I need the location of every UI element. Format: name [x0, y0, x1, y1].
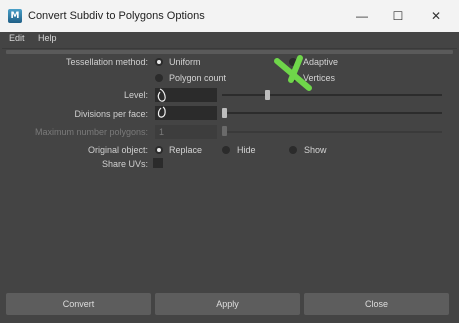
close-button[interactable]: Close — [304, 293, 449, 315]
apply-button[interactable]: Apply — [155, 293, 300, 315]
radio-replace-label: Replace — [169, 145, 203, 155]
level-input[interactable] — [155, 88, 217, 102]
window-title: Convert Subdiv to Polygons Options — [28, 10, 205, 22]
radio-uniform-label: Uniform — [169, 57, 201, 67]
maximize-icon[interactable]: ☐ — [388, 7, 408, 25]
menu-edit[interactable]: Edit — [9, 33, 25, 43]
frame-collapse-bar[interactable] — [6, 50, 453, 54]
minimize-icon[interactable]: — — [352, 7, 372, 25]
max-polygons-slider-handle — [222, 126, 227, 136]
max-polygons-input: 1 — [155, 125, 217, 139]
max-polygons-label: Maximum number polygons: — [34, 127, 148, 137]
radio-hide-label: Hide — [237, 145, 256, 155]
original-object-label: Original object: — [87, 145, 148, 155]
maya-app-icon: M — [8, 9, 22, 23]
level-slider-track[interactable] — [222, 94, 442, 96]
radio-vertices[interactable] — [289, 74, 297, 82]
tessellation-method-label: Tessellation method: — [65, 57, 148, 67]
radio-show-label: Show — [304, 145, 327, 155]
share-uvs-checkbox[interactable] — [153, 158, 163, 168]
radio-polygon-count-label: Polygon count — [169, 73, 227, 83]
radio-show[interactable] — [289, 146, 297, 154]
level-label: Level: — [123, 90, 148, 100]
share-uvs-label: Share UVs: — [101, 159, 148, 169]
level-slider-handle[interactable] — [265, 90, 270, 100]
radio-vertices-label: Vertices — [303, 73, 336, 83]
radio-adaptive-label: Adaptive — [303, 57, 339, 67]
radio-polygon-count[interactable] — [155, 74, 163, 82]
convert-button[interactable]: Convert — [6, 293, 151, 315]
divisions-per-face-label: Divisions per face: — [74, 109, 148, 119]
radio-hide[interactable] — [222, 146, 230, 154]
menu-bar: Edit Help — [0, 32, 459, 46]
max-polygons-slider-track — [222, 131, 442, 133]
radio-replace[interactable] — [155, 146, 163, 154]
divisions-slider-track[interactable] — [222, 112, 442, 114]
radio-adaptive[interactable] — [289, 58, 297, 66]
close-icon[interactable]: ✕ — [426, 7, 446, 25]
divisions-per-face-input[interactable] — [155, 106, 217, 120]
divisions-slider-handle[interactable] — [222, 108, 227, 118]
menu-help[interactable]: Help — [38, 33, 57, 43]
title-bar: M Convert Subdiv to Polygons Options — ☐… — [0, 0, 459, 32]
radio-uniform[interactable] — [155, 58, 163, 66]
